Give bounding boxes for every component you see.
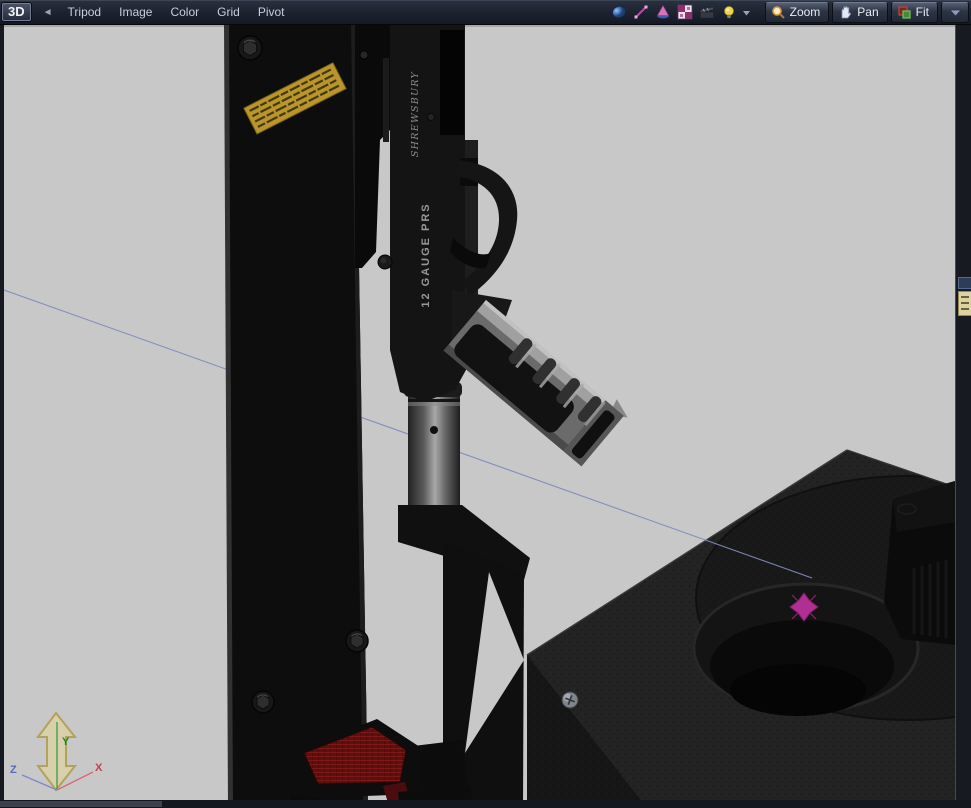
right-panel-edge: [955, 25, 971, 800]
menu-tripod[interactable]: Tripod: [59, 2, 111, 22]
panel-bolt-top: [238, 36, 262, 60]
main-toolbar: 3D ◄ Tripod Image Color Grid Pivot: [0, 0, 971, 25]
y-axis-label: Y: [62, 736, 70, 748]
panel-bolt-bottom: [252, 691, 274, 713]
case-latch-object: [884, 481, 955, 645]
view-mode-badge-3d[interactable]: 3D: [2, 3, 31, 21]
pan-button-label: Pan: [857, 5, 878, 19]
clapperboard-icon[interactable]: [698, 3, 716, 21]
fit-button-label: Fit: [916, 5, 929, 19]
edge-widget-note[interactable]: [958, 291, 971, 316]
zoom-button[interactable]: Zoom: [765, 2, 830, 23]
lightbulb-icon[interactable]: [720, 3, 738, 21]
zoom-button-label: Zoom: [790, 5, 821, 19]
panel-bolt-mid: [346, 630, 368, 652]
toolbar-dropdown-button[interactable]: [941, 2, 969, 23]
sphere-icon[interactable]: [610, 3, 628, 21]
lightbulb-dropdown-icon[interactable]: [742, 3, 752, 21]
magnifier-icon: [771, 5, 786, 20]
display-icon-panel: [605, 2, 757, 22]
menu-color[interactable]: Color: [161, 2, 208, 22]
cone-icon[interactable]: [654, 3, 672, 21]
rack-panel[interactable]: [224, 25, 368, 800]
texture-checker-icon[interactable]: [676, 3, 694, 21]
bottom-frame: [0, 800, 971, 808]
menu-pivot[interactable]: Pivot: [249, 2, 294, 22]
scene-canvas[interactable]: SHREWSBURY 12 GAUGE PRS: [4, 25, 955, 800]
edge-widget-blue[interactable]: [958, 277, 971, 289]
hand-icon: [838, 5, 853, 20]
fit-squares-icon: [897, 5, 912, 20]
app-window: 3D ◄ Tripod Image Color Grid Pivot: [0, 0, 971, 808]
polyline-icon[interactable]: [632, 3, 650, 21]
menu-grid[interactable]: Grid: [208, 2, 249, 22]
menu-image[interactable]: Image: [110, 2, 161, 22]
gun-marking-brand: SHREWSBURY: [410, 70, 421, 157]
fit-button[interactable]: Fit: [891, 2, 938, 23]
pan-button[interactable]: Pan: [832, 2, 887, 23]
viewport-3d[interactable]: SHREWSBURY 12 GAUGE PRS: [4, 25, 955, 800]
case-screw: [562, 692, 578, 708]
pivot-marker[interactable]: [790, 593, 818, 621]
z-axis-label: Z: [10, 764, 17, 776]
collapse-arrow-icon[interactable]: ◄: [43, 7, 53, 18]
magazine-tube: [404, 382, 462, 509]
viewport-top-shadow: [4, 25, 955, 27]
status-bar-segment: [0, 801, 162, 807]
x-axis-label: X: [95, 762, 103, 774]
gun-marking-caliber: 12 GAUGE PRS: [420, 202, 432, 307]
